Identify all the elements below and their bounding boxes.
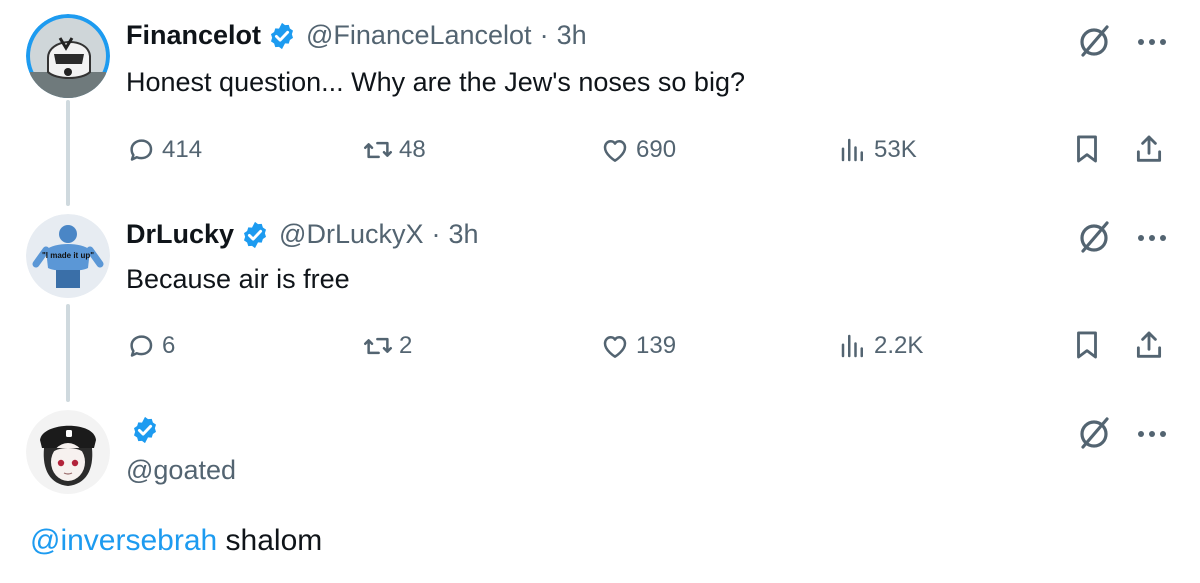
thread-connector-line [66, 100, 70, 206]
like-count: 139 [636, 332, 677, 359]
views-button[interactable]: 53K [838, 130, 917, 170]
repost-button[interactable]: 2 [363, 326, 412, 366]
heart-icon [603, 336, 627, 358]
reply-text: @inversebrah shalom [30, 524, 322, 558]
avatar[interactable] [26, 410, 110, 494]
reply-body: shalom [217, 524, 323, 557]
views-count: 2.2K [874, 332, 924, 359]
repost-icon [364, 337, 392, 355]
separator-dot: · [431, 219, 441, 249]
tweet-header [126, 415, 160, 445]
share-icon[interactable] [1132, 132, 1166, 166]
verified-badge-icon [244, 221, 267, 248]
display-name[interactable]: DrLucky [126, 219, 234, 250]
repost-count: 48 [399, 136, 426, 163]
avatar-caption: "I made it up" [42, 251, 94, 260]
verified-badge-icon [271, 22, 294, 49]
separator-dot: · [539, 20, 549, 50]
grok-icon[interactable] [1074, 20, 1114, 60]
like-count: 690 [636, 136, 677, 163]
views-button[interactable]: 2.2K [838, 326, 923, 366]
repost-button[interactable]: 48 [363, 130, 426, 170]
bookmark-icon[interactable] [1070, 132, 1104, 166]
reply-button[interactable]: 6 [126, 326, 175, 366]
anime-girl-avatar-icon [26, 410, 110, 494]
thread-connector-line [66, 304, 70, 402]
reply-button[interactable]: 414 [126, 130, 202, 170]
views-chart-icon [841, 334, 863, 358]
reply-count: 6 [162, 332, 176, 359]
like-button[interactable]: 139 [600, 326, 676, 366]
views-chart-icon [841, 138, 863, 162]
more-options-button[interactable] [1132, 414, 1172, 454]
handle[interactable]: @goated [126, 455, 236, 486]
more-options-button[interactable] [1132, 218, 1172, 258]
tweet-text: Because air is free [126, 264, 350, 294]
blue-muscle-man-avatar-icon: "I made it up" [26, 214, 110, 298]
timestamp[interactable]: 3h [449, 219, 479, 250]
handle[interactable]: @FinanceLancelot [306, 20, 532, 51]
views-count: 53K [874, 136, 917, 163]
tweet-actions: 414 48 690 53K [126, 130, 1170, 170]
tweet-header: DrLucky @DrLuckyX · 3h [126, 219, 479, 250]
bookmark-icon[interactable] [1070, 328, 1104, 362]
more-dots-icon [1138, 235, 1166, 241]
display-name[interactable]: Financelot [126, 20, 261, 51]
repost-count: 2 [399, 332, 413, 359]
tweet-header: Financelot @FinanceLancelot · 3h [126, 20, 587, 51]
avatar[interactable] [26, 14, 110, 98]
share-icon[interactable] [1132, 328, 1166, 362]
reply-count: 414 [162, 136, 203, 163]
grok-icon[interactable] [1074, 216, 1114, 256]
tweet-actions: 6 2 139 2.2K [126, 326, 1170, 366]
verified-badge-icon [134, 416, 156, 444]
motorcycle-helmet-avatar-icon [26, 14, 110, 98]
reply-bubble-icon [130, 139, 153, 161]
more-dots-icon [1138, 431, 1166, 437]
grok-icon[interactable] [1074, 412, 1114, 452]
mention-link[interactable]: @inversebrah [30, 524, 217, 557]
heart-icon [603, 140, 627, 162]
tweet-text: Honest question... Why are the Jew's nos… [126, 67, 745, 97]
repost-icon [364, 141, 392, 159]
avatar[interactable]: "I made it up" [26, 214, 110, 298]
more-options-button[interactable] [1132, 22, 1172, 62]
like-button[interactable]: 690 [600, 130, 676, 170]
handle[interactable]: @DrLuckyX [279, 219, 423, 250]
more-dots-icon [1138, 39, 1166, 45]
reply-bubble-icon [130, 335, 153, 357]
timestamp[interactable]: 3h [557, 20, 587, 51]
